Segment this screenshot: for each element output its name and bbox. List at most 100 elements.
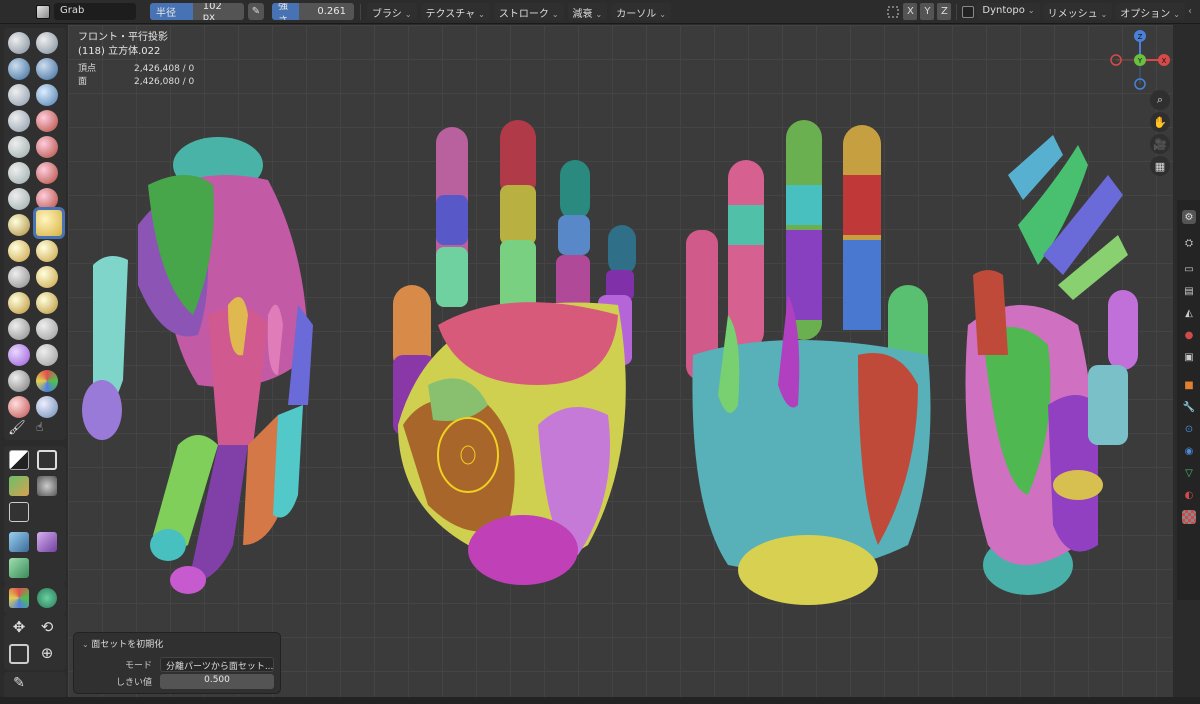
symmetry-z-button[interactable]: Z [937,3,952,20]
grid-icon[interactable]: ▦ [1150,156,1170,176]
menu-options[interactable]: オプション ⌄ [1115,3,1185,20]
object-data-properties-icon[interactable]: ▽ [1182,466,1196,480]
snake-hook-brush-icon[interactable] [36,240,58,262]
simplify-brush-icon[interactable] [36,344,58,366]
brush-name-field[interactable]: Grab [54,3,136,20]
fill-brush-icon[interactable] [8,162,30,184]
threshold-field[interactable]: 0.500 [160,674,274,689]
mode-row: モード 分離パーツから面セット... ⌄ [82,657,274,672]
flatten-brush-icon[interactable] [36,136,58,158]
mesh-filter-icon[interactable] [9,532,29,552]
move-icon[interactable]: ✥ [9,618,29,638]
symmetry-icon[interactable] [886,5,900,19]
layer-brush-icon[interactable] [8,84,30,106]
pose-brush-icon[interactable] [36,266,58,288]
last-operator-panel[interactable]: ⌄ 面セットを初期化 モード 分離パーツから面セット... ⌄ しきい値 0.5… [73,632,281,694]
multiplane-scrape-brush-icon[interactable] [8,188,30,210]
smear-brush-icon[interactable]: ☝ [36,420,56,438]
strength-label: 強さ [272,3,300,20]
smooth-brush-icon[interactable] [8,136,30,158]
scale-icon[interactable] [9,644,29,664]
draw-face-sets-icon[interactable] [36,370,58,392]
camera-icon[interactable]: 🎥 [1150,134,1170,154]
menu-remesh[interactable]: リメッシュ ⌄ [1042,3,1113,20]
annotate-icon[interactable]: ✎ [9,675,29,695]
hand-models[interactable] [68,25,1173,704]
menu-falloff[interactable]: 減衰 ⌄ [567,3,608,20]
hand-icon[interactable]: ✋ [1150,112,1170,132]
grab-brush-icon[interactable] [36,210,62,236]
radius-field[interactable]: 半径 102 px [150,3,244,20]
world-properties-icon[interactable]: ● [1182,328,1196,342]
hand-side-view-right[interactable] [965,135,1139,595]
separator [956,3,958,20]
clay-strips-brush-icon[interactable] [36,58,58,80]
draw-sharp-brush-icon[interactable] [36,32,58,54]
box-hide-icon[interactable] [37,450,57,470]
particles-properties-icon[interactable]: ⊙ [1182,422,1196,436]
navigation-gizmo[interactable]: Z X Y [1108,28,1172,92]
grab-brush-icon-alt[interactable] [8,214,30,236]
collection-properties-icon[interactable]: ▣ [1182,350,1196,364]
menu-texture[interactable]: テクスチャ ⌄ [420,3,490,20]
crease-brush-icon[interactable] [36,110,58,132]
operator-title[interactable]: ⌄ 面セットを初期化 [82,637,163,650]
mask-by-color-icon[interactable] [37,588,57,608]
scene-properties-icon[interactable]: ◭ [1182,306,1196,320]
tool-properties-icon[interactable]: ⚙ [1182,210,1196,224]
dyntopo-checkbox[interactable] [962,5,975,18]
texture-properties-icon[interactable] [1182,510,1196,524]
cloth-brush-icon[interactable] [8,344,30,366]
boundary-brush-icon[interactable] [36,318,58,340]
slide-relax-brush-icon[interactable] [8,318,30,340]
3d-viewport[interactable]: フロント・平行投影 (118) 立方体.022 頂点 2,426,408 / 0 … [68,25,1173,704]
clay-brush-icon[interactable] [8,58,30,80]
inflate-brush-icon[interactable] [36,84,58,106]
pen-pressure-icon[interactable]: ✎ [248,3,264,20]
paint-brush-icon[interactable]: 🖌 [8,420,28,438]
mode-select[interactable]: 分離パーツから面セット... ⌄ [160,657,274,672]
mask-brush-icon[interactable] [8,370,30,392]
tool-header: Grab 半径 102 px ✎ 強さ 0.261 ブラシ⌄ テクスチャ⌄ スト… [0,0,1200,24]
menu-dyntopo[interactable]: Dyntopo ⌄ [977,3,1040,20]
symmetry-y-button[interactable]: Y [920,3,935,20]
rotate-brush-icon[interactable] [36,292,58,314]
elastic-deform-brush-icon[interactable] [8,240,30,262]
edit-face-set-icon[interactable] [9,588,29,608]
line-project-icon[interactable] [9,502,29,522]
material-properties-icon[interactable]: ◐ [1182,488,1196,502]
box-trim-icon[interactable] [37,476,57,496]
view-layer-properties-icon[interactable]: ▤ [1182,284,1196,298]
object-properties-icon[interactable]: ■ [1182,378,1196,392]
render-properties-icon[interactable]: ⛭ [1182,236,1196,250]
header-scroll-icon[interactable]: ‹ [1188,6,1196,17]
box-mask-icon[interactable] [9,450,29,470]
draw-brush-icon[interactable] [8,32,30,54]
nudge-brush-icon[interactable] [8,292,30,314]
scrape-brush-icon[interactable] [36,162,58,184]
menu-stroke[interactable]: ストローク ⌄ [493,3,564,20]
multires-displacement-eraser-icon[interactable] [8,396,30,418]
strength-value: 0.261 [317,6,346,17]
modifier-properties-icon[interactable]: 🔧 [1182,400,1196,414]
strength-field[interactable]: 強さ 0.261 [272,3,354,20]
transform-icon[interactable]: ⊕ [37,644,57,664]
menu-brush[interactable]: ブラシ ⌄ [367,3,417,20]
box-face-set-icon[interactable] [9,476,29,496]
blob-brush-icon[interactable] [8,110,30,132]
multires-displacement-smear-icon[interactable] [36,396,58,418]
hand-back-view[interactable] [686,120,931,605]
magnifier-icon[interactable]: ⌕ [1150,90,1170,110]
thumb-brush-icon[interactable] [8,266,30,288]
color-filter-icon[interactable] [9,558,29,578]
pinch-brush-icon[interactable] [36,188,58,210]
output-properties-icon[interactable]: ▭ [1182,262,1196,276]
rotate-icon[interactable]: ⟲ [37,618,57,638]
physics-properties-icon[interactable]: ◉ [1182,444,1196,458]
hand-side-view[interactable] [82,137,313,594]
brush-thumbnail[interactable] [36,4,50,19]
symmetry-x-button[interactable]: X [903,3,918,20]
hand-palm-view[interactable] [393,120,636,585]
cloth-filter-icon[interactable] [37,532,57,552]
menu-cursor[interactable]: カーソル ⌄ [611,3,671,20]
